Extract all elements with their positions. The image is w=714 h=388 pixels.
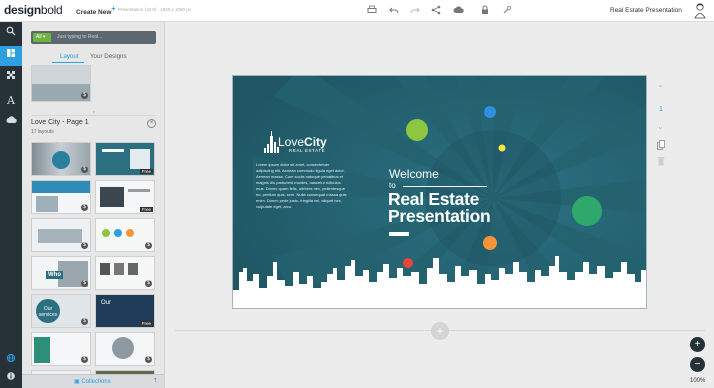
text-icon[interactable]: A: [0, 91, 22, 111]
tab-your-designs[interactable]: Your Designs: [90, 53, 127, 60]
zoom-in-button[interactable]: +: [690, 337, 705, 352]
decor-circle-yellow: [498, 144, 506, 152]
decor-circle-green: [406, 119, 428, 141]
premium-badge: $: [81, 318, 88, 325]
premium-badge: $: [81, 280, 88, 287]
info-icon[interactable]: [0, 369, 22, 388]
collections-label: ▣ Collections: [74, 379, 111, 385]
premium-badge: $: [81, 242, 88, 249]
layout-thumbnail[interactable]: $: [95, 218, 155, 252]
undo-icon[interactable]: [388, 5, 400, 17]
layout-icon[interactable]: [0, 46, 22, 66]
tool-rail: A: [0, 22, 22, 388]
move-page-up-icon[interactable]: ⌃: [657, 84, 664, 93]
slide-title-line2[interactable]: Presentation: [388, 206, 491, 227]
welcome-text[interactable]: Welcome: [389, 167, 439, 181]
collection-title: Love City - Page 1: [31, 119, 89, 126]
layout-thumbnail[interactable]: Our Free: [95, 294, 155, 328]
active-tab-indicator: [52, 62, 84, 63]
title-accent-bar: [389, 232, 409, 236]
wrench-icon[interactable]: [501, 5, 513, 17]
premium-badge: $: [81, 166, 88, 173]
premium-badge: $: [145, 242, 152, 249]
layout-thumbnail[interactable]: $: [31, 218, 91, 252]
decor-circle-teal: [572, 196, 602, 226]
share-icon[interactable]: [430, 5, 442, 17]
search-icon[interactable]: [0, 24, 22, 44]
thumbnail-heading: Our: [101, 300, 112, 306]
divider: [31, 115, 156, 116]
document-title[interactable]: Real Estate Presentation: [610, 7, 682, 14]
search-input[interactable]: Just typing to Real...: [57, 34, 102, 40]
slide-body-text[interactable]: Lorem ipsum dolor sit amet, consectetuer…: [256, 162, 348, 210]
brand-subtitle: REAL ESTATE: [289, 148, 326, 153]
globe-icon[interactable]: [0, 351, 22, 371]
layout-thumbnail[interactable]: Who $: [31, 256, 91, 290]
layout-thumbnail[interactable]: $: [31, 332, 91, 366]
print-icon[interactable]: [366, 5, 378, 17]
premium-badge: $: [145, 280, 152, 287]
top-bar: designbold Create New+ Presentation (16:…: [0, 0, 714, 22]
layout-panel: All ▾ Just typing to Real... Layout Your…: [22, 22, 165, 388]
decor-circle-blue: [484, 106, 496, 118]
layout-thumbnail[interactable]: $: [31, 65, 91, 102]
redo-icon[interactable]: [409, 5, 421, 17]
free-badge: Free: [139, 169, 153, 174]
delete-page-icon[interactable]: [657, 156, 665, 168]
thumbnail-heading: Who: [46, 271, 63, 279]
filter-dropdown[interactable]: All ▾: [33, 33, 51, 42]
layout-thumbnail[interactable]: $: [31, 180, 91, 214]
premium-badge: $: [81, 204, 88, 211]
upload-cloud-icon[interactable]: [0, 113, 22, 133]
layout-thumbnail[interactable]: $: [31, 142, 91, 176]
decor-circle-red: [403, 258, 413, 268]
close-icon[interactable]: ×: [147, 119, 156, 128]
lock-icon[interactable]: [479, 5, 491, 17]
premium-badge: $: [81, 356, 88, 363]
move-page-down-icon[interactable]: ⌄: [657, 122, 664, 131]
premium-badge: $: [145, 356, 152, 363]
pattern-icon[interactable]: [0, 68, 22, 88]
layout-thumbnail[interactable]: Free: [95, 180, 155, 214]
title-rule: [403, 186, 487, 187]
cloud-download-icon[interactable]: [452, 5, 464, 17]
zoom-out-button[interactable]: −: [690, 357, 705, 372]
slide-canvas[interactable]: LoveCity REAL ESTATE Lorem ipsum dolor s…: [232, 75, 647, 309]
thumbnail-heading: Our services: [36, 299, 60, 323]
layout-thumbnail[interactable]: Our services $: [31, 294, 91, 328]
search-bar[interactable]: All ▾ Just typing to Real...: [31, 31, 156, 44]
layout-thumbnail[interactable]: $: [95, 332, 155, 366]
duplicate-page-icon[interactable]: [657, 140, 665, 152]
layout-thumbnail[interactable]: Free: [95, 142, 155, 176]
decor-circle-orange: [483, 236, 497, 250]
collections-bar[interactable]: ▣ Collections ↑: [22, 374, 164, 388]
tab-layout[interactable]: Layout: [60, 53, 79, 60]
brand-name: LoveCity: [278, 135, 327, 149]
avatar[interactable]: [694, 2, 706, 19]
zoom-level: 100%: [690, 378, 706, 384]
free-badge: Free: [139, 321, 153, 326]
page-number: 1: [659, 106, 663, 113]
layout-thumbnail[interactable]: $: [95, 256, 155, 290]
free-badge: Free: [139, 207, 153, 212]
chevron-up-icon[interactable]: ⌃: [92, 111, 96, 117]
add-page-button[interactable]: +: [431, 322, 449, 340]
create-new-button[interactable]: Create New+: [76, 6, 116, 16]
premium-badge: $: [81, 92, 88, 99]
layout-count: 17 layouts: [31, 129, 54, 135]
arrow-up-icon[interactable]: ↑: [154, 377, 158, 384]
document-meta: Presentation (16:9) - 1920 x 1080 px: [118, 7, 192, 12]
designbold-logo[interactable]: designbold: [4, 3, 63, 17]
